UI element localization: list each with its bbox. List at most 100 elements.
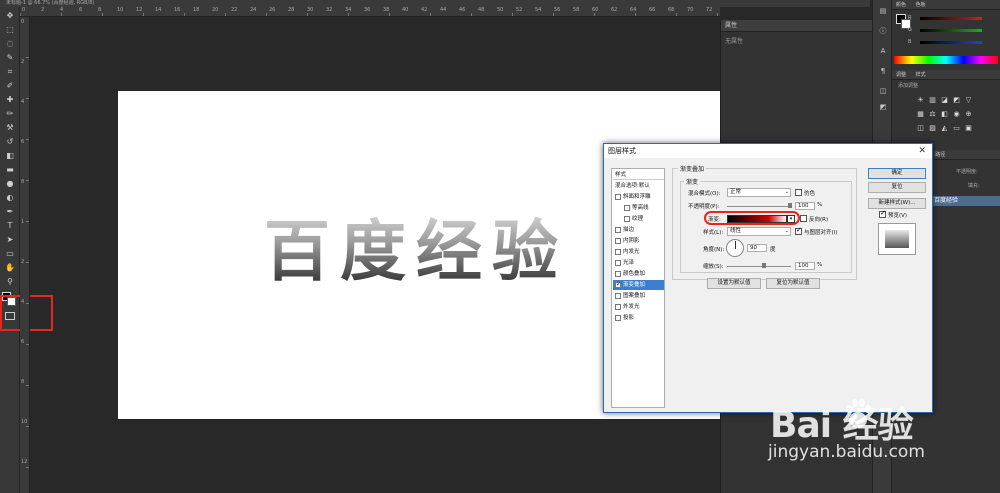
blur-tool-icon[interactable]: ● bbox=[4, 179, 16, 189]
type-tool-icon[interactable]: T bbox=[4, 221, 16, 231]
new-style-button[interactable]: 新建样式(W)... bbox=[868, 198, 926, 209]
style-item-checkbox[interactable] bbox=[615, 238, 621, 244]
threshold-icon[interactable]: ◭ bbox=[940, 124, 949, 132]
marquee-tool-icon[interactable]: ⬚ bbox=[4, 25, 16, 35]
pen-tool-icon[interactable]: ✒ bbox=[4, 207, 16, 217]
dither-checkbox[interactable] bbox=[795, 189, 802, 196]
gradient-map-icon[interactable]: ▭ bbox=[952, 124, 961, 132]
zoom-tool-icon[interactable]: ⚲ bbox=[4, 277, 16, 287]
lasso-tool-icon[interactable]: ◌ bbox=[4, 39, 16, 49]
black-white-icon[interactable]: ◧ bbox=[940, 110, 949, 118]
opacity-input[interactable]: 100 bbox=[795, 202, 815, 210]
eyedropper-tool-icon[interactable]: ✐ bbox=[4, 81, 16, 91]
style-item-checkbox[interactable] bbox=[615, 315, 621, 321]
gradient-dropdown-icon[interactable]: ▾ bbox=[787, 215, 795, 223]
ok-button[interactable]: 确定 bbox=[868, 168, 926, 179]
gradient-tool-icon[interactable]: ▬ bbox=[4, 165, 16, 175]
style-item[interactable]: 渐变叠加 bbox=[613, 280, 664, 290]
adjustments-panel-icon[interactable]: ◩ bbox=[877, 102, 889, 112]
styles-list-header[interactable]: 样式 bbox=[613, 170, 664, 180]
tab-color[interactable]: 颜色 bbox=[896, 2, 906, 8]
properties-panel-title[interactable]: 属性 bbox=[721, 20, 872, 32]
history-panel-icon[interactable]: ▤ bbox=[877, 6, 889, 16]
preview-checkbox[interactable] bbox=[879, 209, 886, 218]
gradient-preview-swatch[interactable] bbox=[727, 215, 787, 223]
tab-paths[interactable]: 路径 bbox=[935, 152, 945, 158]
tab-adjustments[interactable]: 调整 bbox=[896, 72, 906, 78]
history-brush-tool-icon[interactable]: ↺ bbox=[4, 137, 16, 147]
crop-tool-icon[interactable]: ⌗ bbox=[4, 67, 16, 77]
character-panel-icon[interactable]: A bbox=[877, 46, 889, 56]
opacity-slider[interactable] bbox=[727, 206, 791, 207]
style-item[interactable]: 描边 bbox=[613, 225, 664, 235]
move-tool-icon[interactable]: ✥ bbox=[4, 11, 16, 21]
photo-filter-icon[interactable]: ◉ bbox=[952, 110, 961, 118]
align-with-layer-checkbox[interactable] bbox=[795, 226, 802, 235]
style-item-checkbox[interactable] bbox=[615, 280, 621, 290]
tab-styles[interactable]: 样式 bbox=[916, 72, 926, 78]
style-item[interactable]: 内发光 bbox=[613, 247, 664, 257]
color-spectrum-bar[interactable] bbox=[894, 56, 998, 64]
style-item[interactable]: 斜面和浮雕 bbox=[613, 192, 664, 202]
quick-select-tool-icon[interactable]: ✎ bbox=[4, 53, 16, 63]
layer-row[interactable]: 百度经验 bbox=[928, 196, 1000, 206]
channel-mixer-icon[interactable]: ⊕ bbox=[964, 110, 973, 118]
path-select-tool-icon[interactable]: ➤ bbox=[4, 235, 16, 245]
style-item[interactable]: 图案叠加 bbox=[613, 291, 664, 301]
blend-mode-select[interactable]: 正常 ⌄ bbox=[727, 188, 791, 197]
style-item-checkbox[interactable] bbox=[615, 194, 621, 200]
shape-tool-icon[interactable]: ▭ bbox=[4, 249, 16, 259]
selective-color-icon[interactable]: ▣ bbox=[964, 124, 973, 132]
style-item[interactable]: 混合选项:默认 bbox=[613, 181, 664, 191]
scale-slider[interactable] bbox=[727, 266, 791, 267]
brush-tool-icon[interactable]: ✏ bbox=[4, 109, 16, 119]
angle-dial[interactable] bbox=[726, 239, 744, 257]
tab-swatches[interactable]: 色板 bbox=[916, 2, 926, 8]
hue-icon[interactable]: ▦ bbox=[916, 110, 925, 118]
posterize-icon[interactable]: ▨ bbox=[928, 124, 937, 132]
style-item-checkbox[interactable] bbox=[615, 260, 621, 266]
style-item[interactable]: 颜色叠加 bbox=[613, 269, 664, 279]
style-item[interactable]: 外发光 bbox=[613, 302, 664, 312]
style-item[interactable]: 内阴影 bbox=[613, 236, 664, 246]
hand-tool-icon[interactable]: ✋ bbox=[4, 263, 16, 273]
gradient-style-select[interactable]: 线性 ⌄ bbox=[727, 227, 791, 236]
brightness-icon[interactable]: ☀ bbox=[916, 96, 925, 104]
dialog-close-icon[interactable]: ✕ bbox=[918, 144, 926, 158]
properties-panel-icon[interactable]: ◫ bbox=[877, 86, 889, 96]
levels-icon[interactable]: ▥ bbox=[928, 96, 937, 104]
eraser-tool-icon[interactable]: ◧ bbox=[4, 151, 16, 161]
make-default-button[interactable]: 设置为默认值 bbox=[707, 278, 761, 289]
style-item[interactable]: 光泽 bbox=[613, 258, 664, 268]
reset-button[interactable]: 复位 bbox=[868, 182, 926, 193]
reset-to-default-button[interactable]: 复位为默认值 bbox=[766, 278, 820, 289]
stamp-tool-icon[interactable]: ⚒ bbox=[4, 123, 16, 133]
document-tab[interactable]: 未标题-1 @ 66.7% (百度经验, RGB/8) bbox=[6, 0, 94, 7]
style-item-checkbox[interactable] bbox=[615, 271, 621, 277]
style-item-checkbox[interactable] bbox=[624, 205, 630, 211]
vibrance-icon[interactable]: ▽ bbox=[964, 96, 973, 104]
invert-icon[interactable]: ◫ bbox=[916, 124, 925, 132]
style-item-checkbox[interactable] bbox=[624, 216, 630, 222]
style-item-checkbox[interactable] bbox=[615, 304, 621, 310]
style-item-checkbox[interactable] bbox=[615, 249, 621, 255]
reverse-checkbox[interactable] bbox=[800, 215, 807, 222]
style-item[interactable]: 投影 bbox=[613, 313, 664, 323]
curves-icon[interactable]: ◪ bbox=[940, 96, 949, 104]
opacity-slider-thumb[interactable] bbox=[788, 203, 792, 208]
paragraph-panel-icon[interactable]: ¶ bbox=[877, 66, 889, 76]
dodge-tool-icon[interactable]: ◐ bbox=[4, 193, 16, 203]
style-item[interactable]: 纹理 bbox=[613, 214, 664, 224]
style-item-checkbox[interactable] bbox=[615, 227, 621, 233]
exposure-icon[interactable]: ◩ bbox=[952, 96, 961, 104]
scale-input[interactable]: 100 bbox=[795, 262, 815, 270]
angle-input[interactable]: 90 bbox=[747, 244, 767, 252]
style-item-checkbox[interactable] bbox=[615, 293, 621, 299]
green-channel-slider[interactable]: G bbox=[908, 27, 990, 34]
info-panel-icon[interactable]: ⓘ bbox=[877, 26, 889, 36]
blue-channel-slider[interactable]: B bbox=[908, 39, 990, 46]
color-balance-icon[interactable]: ⚖ bbox=[928, 110, 937, 118]
scale-slider-thumb[interactable] bbox=[762, 263, 766, 268]
style-item[interactable]: 等高线 bbox=[613, 203, 664, 213]
red-channel-slider[interactable]: R bbox=[908, 15, 990, 22]
